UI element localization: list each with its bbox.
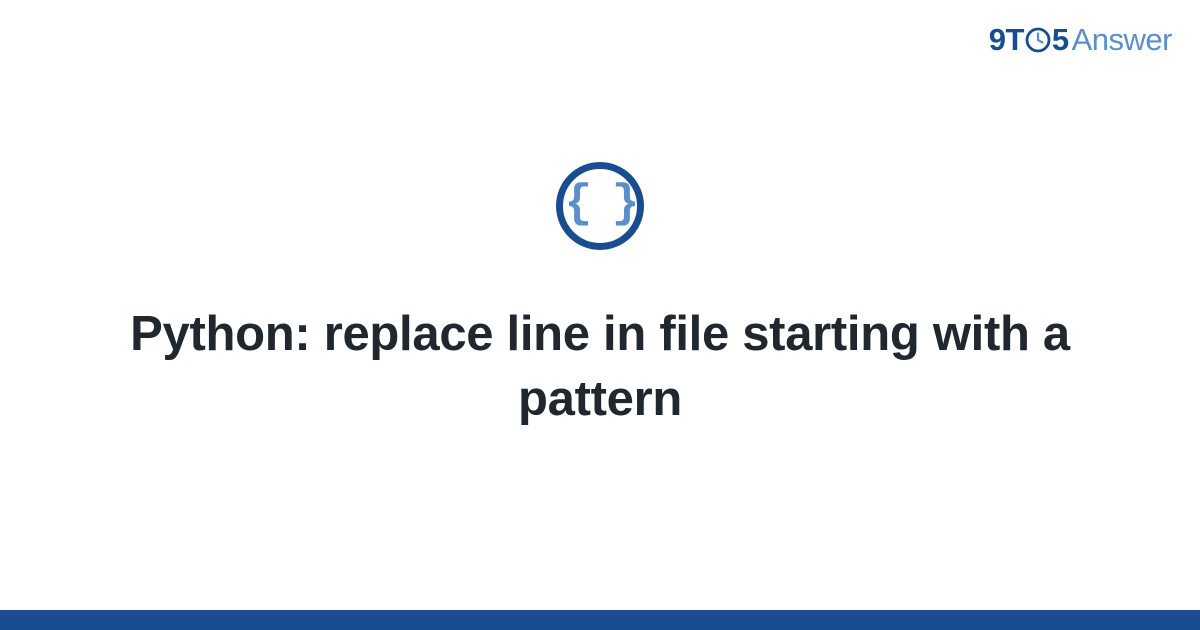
topic-icon-circle: { }: [556, 162, 644, 250]
footer-bar: [0, 610, 1200, 630]
main-content: { } Python: replace line in file startin…: [0, 0, 1200, 630]
braces-icon: { }: [565, 181, 636, 227]
question-title: Python: replace line in file starting wi…: [120, 302, 1080, 431]
